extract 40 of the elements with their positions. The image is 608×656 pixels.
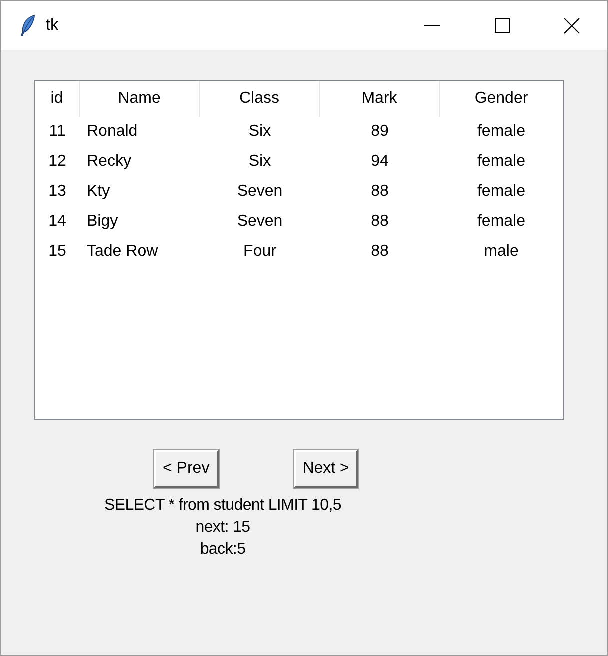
table-cell-text: Four <box>242 242 278 262</box>
column-header[interactable]: Gender <box>440 81 563 117</box>
column-header[interactable]: Name <box>80 81 200 117</box>
table-cell-text: 12 <box>48 152 68 172</box>
next-button[interactable]: Next > <box>294 450 358 488</box>
column-header[interactable]: id <box>35 81 80 117</box>
table-cell-text: Six <box>248 122 272 142</box>
table-cell-text: Kty <box>86 182 112 202</box>
table-cell-text: Six <box>248 152 272 172</box>
table-cell-text: 89 <box>370 122 390 142</box>
table-cell-text: Tade Row <box>86 242 160 262</box>
minimize-icon <box>424 24 440 26</box>
table-cell-text: Recky <box>86 152 132 172</box>
close-icon <box>564 18 580 34</box>
table-cell-text: 88 <box>370 242 390 262</box>
table-cell-text: 94 <box>370 152 390 172</box>
table-cell-text: female <box>476 122 527 142</box>
table-cell-text: 15 <box>48 242 68 262</box>
table-cell-text: Seven <box>236 212 284 232</box>
table-cell-text: Bigy <box>86 212 120 232</box>
table-cell-text: Ronald <box>86 122 139 142</box>
table-cell-text: male <box>483 242 520 262</box>
column-header[interactable]: Mark <box>320 81 440 117</box>
maximize-icon <box>494 18 510 33</box>
feather-icon <box>20 15 36 36</box>
prev-button[interactable]: < Prev <box>154 450 219 488</box>
table-cell-text: 88 <box>370 182 390 202</box>
info-text-line: SELECT * from student LIMIT 10,5 <box>104 496 342 516</box>
table-cell-text: female <box>476 182 527 202</box>
table-cell-text: female <box>476 212 527 232</box>
table-cell-text: Seven <box>236 182 284 202</box>
column-header[interactable]: Class <box>200 81 320 117</box>
info-text-line: back:5 <box>200 540 246 560</box>
window-title: tk <box>46 18 58 34</box>
table-cell-text: 11 <box>48 122 67 142</box>
table-cell-text: 14 <box>48 212 68 232</box>
table-cell-text: 13 <box>48 182 68 202</box>
table-cell-text: 88 <box>370 212 390 232</box>
table-cell-text: female <box>476 152 527 172</box>
info-text-line: next: 15 <box>196 518 250 538</box>
